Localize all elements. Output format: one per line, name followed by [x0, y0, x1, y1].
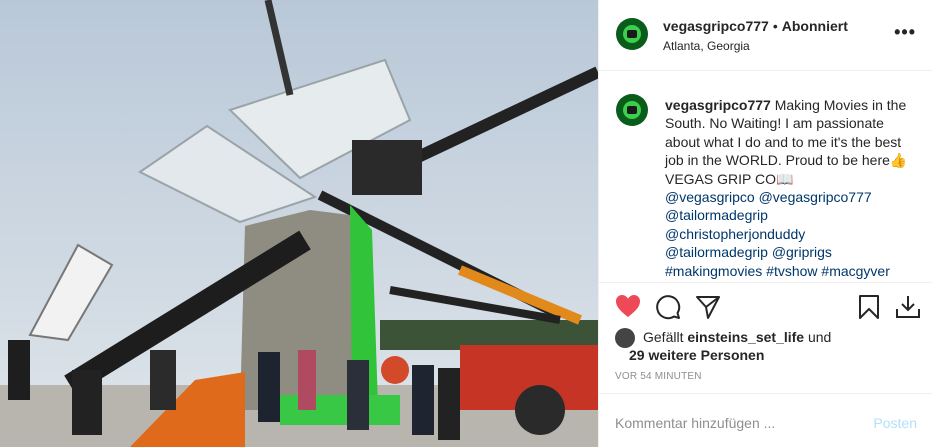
liked-by-user[interactable]: einsteins_set_life	[687, 329, 804, 345]
follow-status-button[interactable]: Abonniert	[782, 18, 848, 34]
likes-line: Gefällt einsteins_set_life und	[643, 329, 831, 345]
tag-link[interactable]: @vegasgripco777	[759, 189, 872, 205]
header-line: vegasgripco777 • Abonniert	[663, 18, 848, 34]
caption-username[interactable]: vegasgripco777	[665, 97, 771, 113]
comment-icon[interactable]	[655, 294, 681, 320]
tag-link[interactable]: @tailormadegrip	[665, 207, 768, 223]
post-photo[interactable]	[0, 0, 598, 447]
likes-and: und	[807, 329, 832, 345]
tag-link[interactable]: @vegasgripco	[665, 189, 755, 205]
likes-others-link[interactable]: 29 weitere Personen	[629, 347, 764, 363]
likes-prefix: Gefällt	[643, 329, 684, 345]
caption-avatar[interactable]	[616, 94, 648, 126]
tag-link[interactable]: #makingmovies	[665, 263, 762, 279]
post-comment-button[interactable]: Posten	[873, 415, 917, 431]
tag-link[interactable]: @christopherjonduddy	[665, 226, 805, 242]
post-timestamp[interactable]: VOR 54 MINUTEN	[615, 371, 702, 382]
tag-link[interactable]: @tailormadegrip	[665, 244, 768, 260]
more-options-icon[interactable]: •••	[894, 22, 916, 43]
heart-icon[interactable]	[615, 294, 641, 318]
tag-link[interactable]: #tvshow	[766, 263, 817, 279]
comment-bar: Kommentar hinzufügen ... Posten	[599, 393, 932, 448]
share-icon[interactable]	[695, 294, 721, 320]
bookmark-icon[interactable]	[857, 294, 881, 320]
post-sidebar: vegasgripco777 • Abonniert Atlanta, Georgi…	[598, 0, 932, 447]
liker-avatar[interactable]	[615, 328, 635, 348]
separator-dot: •	[772, 18, 778, 34]
tag-link[interactable]: @griprigs	[772, 244, 832, 260]
tag-link[interactable]: #macgyver	[821, 263, 889, 279]
film-set-image	[0, 0, 598, 447]
caption-block: vegasgripco777 Making Movies in the Sout…	[599, 70, 932, 282]
author-username[interactable]: vegasgripco777	[663, 18, 769, 34]
action-bar	[599, 282, 932, 331]
author-avatar[interactable]	[616, 18, 648, 50]
post-location[interactable]: Atlanta, Georgia	[663, 39, 750, 53]
caption-text-block: vegasgripco777 Making Movies in the Sout…	[665, 96, 913, 280]
comment-input[interactable]: Kommentar hinzufügen ...	[615, 415, 775, 431]
download-icon[interactable]	[895, 294, 921, 320]
post-header: vegasgripco777 • Abonniert Atlanta, Georgi…	[599, 0, 932, 71]
